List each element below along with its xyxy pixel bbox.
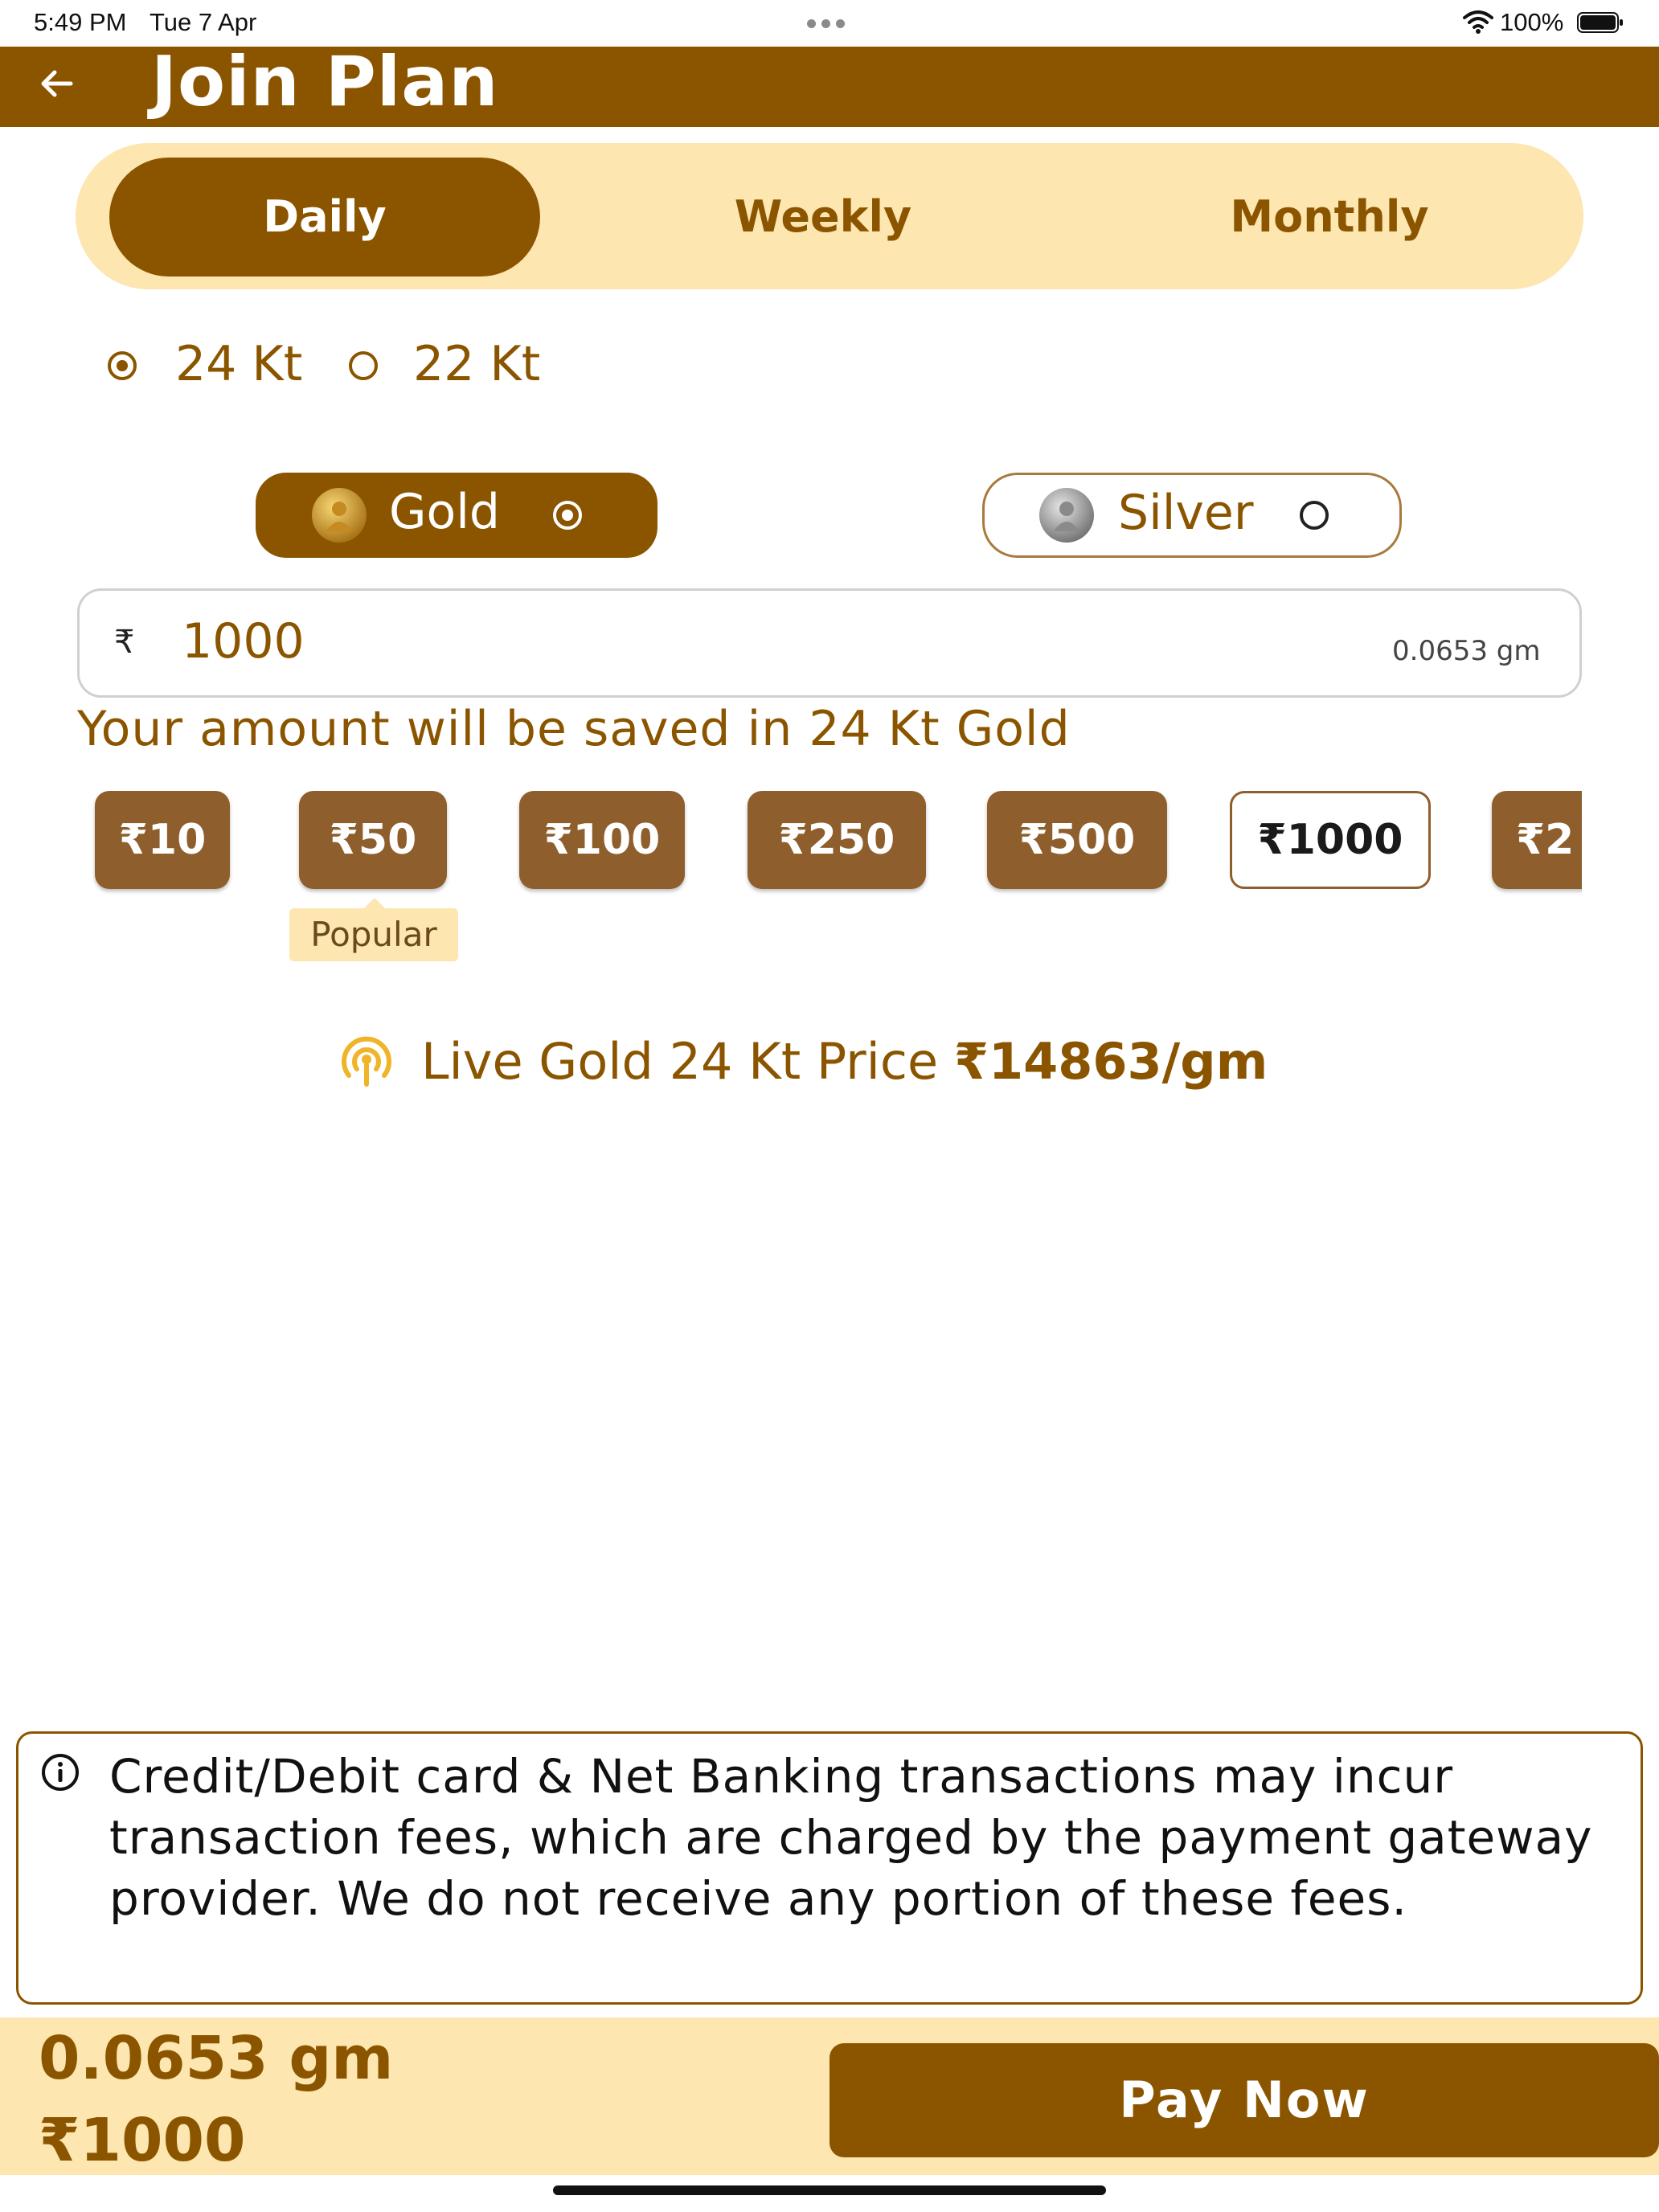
gold-option-button[interactable]: Gold (256, 473, 657, 558)
amount-input[interactable] (182, 608, 905, 675)
home-indicator[interactable] (553, 2185, 1106, 2195)
plan-frequency-tabs: Daily Weekly Monthly (76, 143, 1583, 289)
wifi-icon (1463, 10, 1493, 34)
live-signal-icon (342, 1036, 391, 1087)
amount-chip-50[interactable]: ₹50 (299, 791, 447, 889)
rupee-prefix: ₹ (114, 624, 135, 661)
amount-chip-500[interactable]: ₹500 (987, 791, 1167, 889)
silver-coin-icon (1039, 488, 1094, 543)
save-note: Your amount will be saved in 24 Kt Gold (77, 701, 1071, 757)
footer-grams: 0.0653 gm (39, 2024, 394, 2093)
silver-option-button[interactable]: Silver (982, 473, 1402, 558)
live-price-label: Live Gold 24 Kt Price (421, 1032, 939, 1091)
tab-daily[interactable]: Daily (109, 158, 540, 276)
page-title: Join Plan (151, 42, 499, 122)
status-date: Tue 7 Apr (150, 8, 257, 36)
gold-coin-icon (312, 488, 367, 543)
popular-tag-caret (363, 898, 386, 909)
gold-option-label: Gold (389, 484, 500, 540)
amount-chip-100[interactable]: ₹100 (519, 791, 685, 889)
tab-weekly[interactable]: Weekly (638, 158, 1008, 276)
amount-chip-250[interactable]: ₹250 (748, 791, 926, 889)
grams-readout: 0.0653 gm (1392, 635, 1541, 667)
karat-24-radio[interactable] (108, 351, 137, 380)
karat-22-radio[interactable] (349, 351, 378, 380)
multitasking-dots-icon[interactable] (807, 18, 852, 28)
amount-chip-2000[interactable]: ₹2 (1492, 791, 1582, 889)
live-price: Live Gold 24 Kt Price ₹14863/gm (421, 1032, 1268, 1091)
status-bar: 5:49 PM Tue 7 Apr 100% (0, 0, 1659, 47)
battery-percent: 100% (1500, 8, 1564, 36)
back-arrow-icon[interactable] (34, 59, 82, 108)
karat-24-label[interactable]: 24 Kt (175, 336, 302, 392)
gold-radio (553, 501, 582, 530)
quick-amount-chips: ₹10 ₹50 ₹100 ₹250 ₹500 ₹1000 ₹2 (77, 791, 1582, 895)
popular-tag: Popular (289, 908, 458, 961)
footer-amount: ₹1000 (39, 2106, 246, 2175)
info-icon (42, 1754, 79, 1791)
tab-monthly[interactable]: Monthly (1145, 158, 1514, 276)
karat-22-label[interactable]: 22 Kt (413, 336, 540, 392)
battery-icon (1577, 12, 1623, 33)
transaction-fee-text: Credit/Debit card & Net Banking transact… (109, 1749, 1593, 1926)
status-time: 5:49 PM (34, 8, 127, 36)
live-price-value: ₹14863/gm (953, 1032, 1268, 1091)
silver-option-label: Silver (1118, 485, 1254, 541)
amount-chip-1000[interactable]: ₹1000 (1230, 791, 1431, 889)
amount-chip-10[interactable]: ₹10 (95, 791, 230, 889)
silver-radio (1300, 501, 1329, 530)
pay-now-button[interactable]: Pay Now (830, 2043, 1659, 2157)
